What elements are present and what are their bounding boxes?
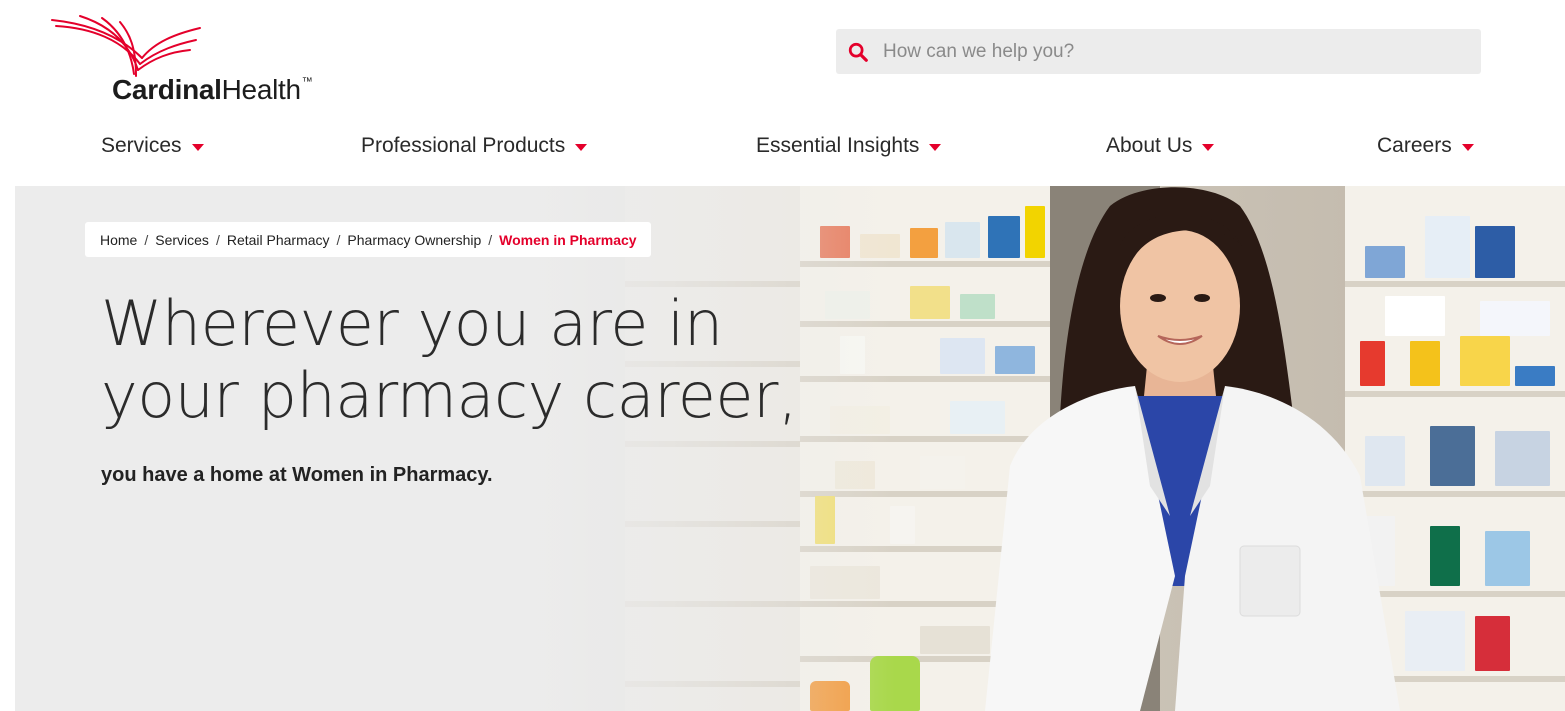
hero-subtitle: you have a home at Women in Pharmacy. bbox=[101, 464, 493, 486]
site-header: CardinalHealth™ Services Professional Pr… bbox=[0, 0, 1565, 186]
cardinal-health-logo[interactable]: CardinalHealth™ bbox=[50, 14, 350, 114]
breadcrumb-separator: / bbox=[336, 231, 341, 248]
nav-item-label: Services bbox=[101, 134, 182, 157]
nav-item-label: Essential Insights bbox=[756, 134, 920, 157]
nav-item-careers[interactable]: Careers bbox=[1377, 134, 1474, 158]
hero-title-line-1: Wherever you are in bbox=[101, 287, 723, 360]
hero-title-line-2: your pharmacy career, bbox=[101, 359, 798, 432]
nav-item-label: About Us bbox=[1106, 134, 1193, 157]
main-navigation: Services Professional Products Essential… bbox=[0, 126, 1565, 170]
breadcrumb-separator: / bbox=[488, 231, 493, 248]
search-bar[interactable] bbox=[836, 29, 1481, 74]
breadcrumb-separator: / bbox=[215, 231, 220, 248]
nav-item-professional-products[interactable]: Professional Products bbox=[361, 134, 588, 158]
nav-item-essential-insights[interactable]: Essential Insights bbox=[756, 134, 942, 158]
caret-down-icon bbox=[1461, 144, 1474, 151]
caret-down-icon bbox=[191, 144, 204, 151]
nav-item-label: Professional Products bbox=[361, 134, 566, 157]
breadcrumb-pharmacy-ownership[interactable]: Pharmacy Ownership bbox=[347, 232, 481, 248]
caret-down-icon bbox=[575, 144, 588, 151]
nav-item-services[interactable]: Services bbox=[101, 134, 204, 158]
nav-item-about-us[interactable]: About Us bbox=[1106, 134, 1215, 158]
search-icon[interactable] bbox=[847, 41, 869, 63]
caret-down-icon bbox=[1202, 144, 1215, 151]
breadcrumb-services[interactable]: Services bbox=[155, 232, 209, 248]
breadcrumb-home[interactable]: Home bbox=[100, 232, 137, 248]
hero-banner: Home / Services / Retail Pharmacy / Phar… bbox=[15, 186, 1565, 711]
breadcrumb-separator: / bbox=[144, 231, 149, 248]
search-input[interactable] bbox=[883, 40, 1443, 63]
pharmacist-photo bbox=[985, 187, 1400, 711]
hero-title: Wherever you are in your pharmacy career… bbox=[101, 288, 801, 432]
hero-text-fade bbox=[15, 186, 895, 711]
breadcrumb-retail-pharmacy[interactable]: Retail Pharmacy bbox=[227, 232, 330, 248]
nav-item-label: Careers bbox=[1377, 134, 1452, 157]
breadcrumb-current: Women in Pharmacy bbox=[499, 231, 637, 248]
brand-wordmark: CardinalHealth™ bbox=[112, 74, 313, 105]
breadcrumb: Home / Services / Retail Pharmacy / Phar… bbox=[85, 222, 651, 257]
caret-down-icon bbox=[929, 144, 942, 151]
